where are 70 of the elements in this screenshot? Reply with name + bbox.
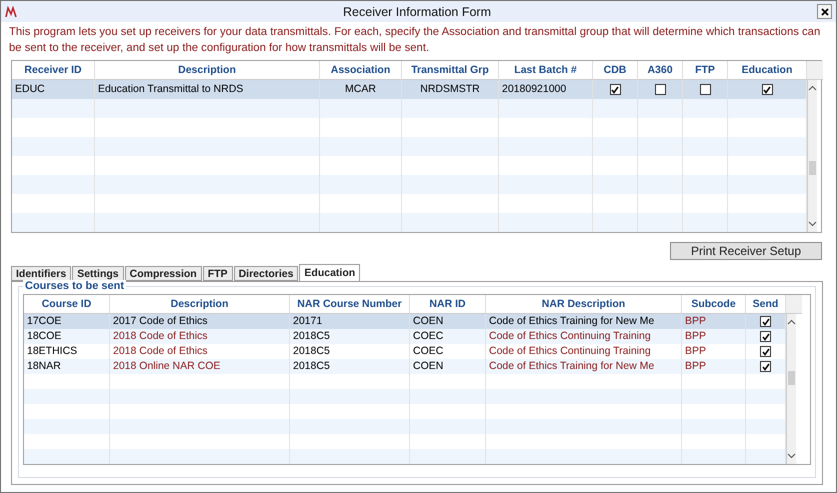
scroll-down-icon[interactable] <box>808 221 817 227</box>
group-title: Courses to be sent <box>23 280 126 292</box>
column-header: Transmittal Grp <box>402 61 499 80</box>
column-header: NAR ID <box>410 295 486 314</box>
checkbox[interactable] <box>760 331 771 342</box>
column-header: A360 <box>638 61 683 80</box>
scrollbar[interactable] <box>807 80 817 232</box>
receiver-id-cell: EDUC <box>12 80 95 99</box>
print-receiver-setup-button[interactable]: Print Receiver Setup <box>670 242 822 260</box>
header-filler <box>786 295 802 314</box>
course-id-cell: 18NAR <box>24 359 110 374</box>
nar-course-number-cell: 20171 <box>290 314 410 329</box>
description-cell: 2018 Online NAR COE <box>110 359 290 374</box>
checkbox[interactable] <box>610 84 620 95</box>
header-filler <box>807 61 823 80</box>
association-cell: MCAR <box>320 80 402 99</box>
scrollbar-thumb[interactable] <box>809 160 816 175</box>
nar-id-cell: COEN <box>410 314 486 329</box>
tab[interactable]: Settings <box>72 266 124 281</box>
nar-id-cell: COEN <box>410 359 486 374</box>
tab[interactable]: FTP <box>202 266 233 281</box>
column-header: CDB <box>593 61 638 80</box>
nar-course-number-cell: 2018C5 <box>290 359 410 374</box>
description-cell: Education Transmittal to NRDS <box>95 80 320 99</box>
scroll-down-icon[interactable] <box>787 453 796 459</box>
app-logo-icon <box>5 6 17 18</box>
column-header: Receiver ID <box>12 61 95 80</box>
instructions-text: This program lets you set up receivers for your data transmittals. For each, specify the Association and transmittal group that will determine which transactions can be sent to the receiver, and set up the configuration for how transmittals will be sent. <box>8 25 822 56</box>
close-icon <box>820 8 828 16</box>
scrollbar[interactable] <box>786 314 796 464</box>
column-header: Description <box>95 61 320 80</box>
checkbox[interactable] <box>760 346 771 357</box>
column-header: NAR Course Number <box>290 295 410 314</box>
checkbox[interactable] <box>654 84 666 95</box>
nar-description-cell: Code of Ethics Training for New Me <box>486 314 682 329</box>
column-header: Description <box>110 295 290 314</box>
subcode-cell: BPP <box>682 329 746 344</box>
column-header: Send <box>746 295 786 314</box>
subcode-cell: BPP <box>682 314 746 329</box>
nar-course-number-cell: 2018C5 <box>290 329 410 344</box>
description-cell: 2017 Code of Ethics <box>110 314 290 329</box>
close-button[interactable] <box>817 4 832 19</box>
tab[interactable]: Compression <box>124 266 202 281</box>
scrollbar-thumb[interactable] <box>788 371 795 385</box>
course-id-cell: 17COE <box>24 314 110 329</box>
tab[interactable]: Directories <box>234 266 298 281</box>
checkbox[interactable] <box>762 84 772 95</box>
checkbox[interactable] <box>760 316 771 327</box>
nar-description-cell: Code of Ethics Continuing Training <box>486 329 682 344</box>
checkbox[interactable] <box>700 84 710 95</box>
transmittal-group-cell: NRDSMSTR <box>402 80 499 99</box>
column-header: Last Batch # <box>499 61 593 80</box>
tab[interactable]: Education <box>299 264 360 281</box>
description-cell: 2018 Code of Ethics <box>110 329 290 344</box>
column-header: FTP <box>683 61 728 80</box>
scroll-up-icon[interactable] <box>808 85 817 91</box>
window-title: Receiver Information Form <box>342 4 492 18</box>
tab[interactable]: Identifiers <box>11 266 72 281</box>
column-header: Subcode <box>682 295 746 314</box>
last-batch-cell: 20180921000 <box>499 80 593 99</box>
column-header: Course ID <box>24 295 110 314</box>
nar-description-cell: Code of Ethics Training for New Me <box>486 359 682 374</box>
subcode-cell: BPP <box>682 359 746 374</box>
column-header: Association <box>320 61 402 80</box>
scroll-up-icon[interactable] <box>787 319 796 325</box>
nar-id-cell: COEC <box>410 329 486 344</box>
column-header: NAR Description <box>486 295 682 314</box>
column-header: Education <box>728 61 807 80</box>
course-id-cell: 18COE <box>24 329 110 344</box>
checkbox[interactable] <box>760 361 771 372</box>
